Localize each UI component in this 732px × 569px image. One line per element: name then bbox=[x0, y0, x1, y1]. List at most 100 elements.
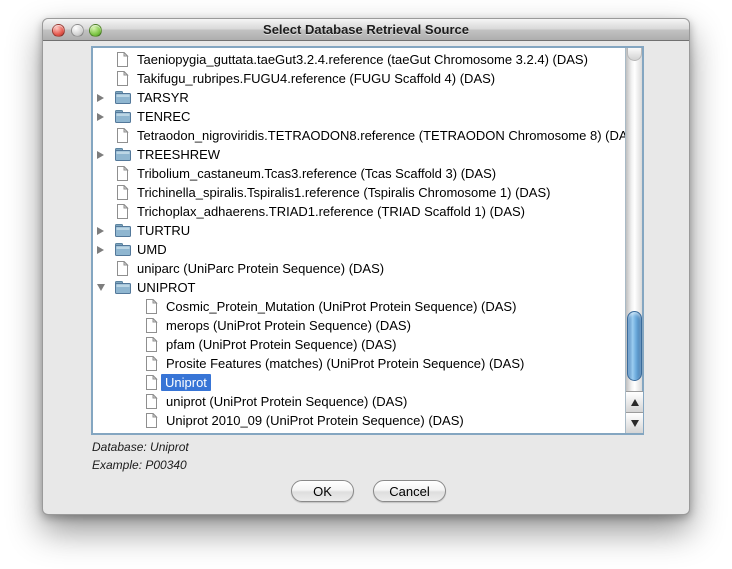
arrow-up-icon bbox=[631, 399, 639, 406]
tree-item[interactable]: Tribolium_castaneum.Tcas3.reference (Tca… bbox=[93, 164, 625, 183]
item-icon-box bbox=[143, 299, 160, 314]
item-icon-box bbox=[114, 261, 131, 276]
tree-item-label: TENREC bbox=[136, 109, 191, 124]
tree-item[interactable]: Tetraodon_nigroviridis.TETRAODON8.refere… bbox=[93, 126, 625, 145]
disclosure-triangle-icon[interactable] bbox=[97, 113, 104, 121]
tree-item-label: Takifugu_rubripes.FUGU4.reference (FUGU … bbox=[136, 71, 496, 86]
tree-item[interactable]: Takifugu_rubripes.FUGU4.reference (FUGU … bbox=[93, 69, 625, 88]
file-icon bbox=[145, 337, 158, 352]
item-icon-box bbox=[143, 375, 160, 390]
folder-icon bbox=[115, 91, 131, 104]
tree-item[interactable]: TENREC bbox=[93, 107, 625, 126]
item-icon-box bbox=[143, 413, 160, 428]
tree-item[interactable]: uniparc (UniParc Protein Sequence) (DAS) bbox=[93, 259, 625, 278]
file-icon bbox=[116, 52, 129, 67]
item-icon-box bbox=[114, 71, 131, 86]
tree-item[interactable]: Taeniopygia_guttata.taeGut3.2.4.referenc… bbox=[93, 50, 625, 69]
ok-button[interactable]: OK bbox=[291, 480, 354, 502]
tree-item[interactable]: Trichoplax_adhaerens.TRIAD1.reference (T… bbox=[93, 202, 625, 221]
folder-icon bbox=[115, 243, 131, 256]
tree-item-label: TURTRU bbox=[136, 223, 191, 238]
item-icon-box bbox=[143, 394, 160, 409]
folder-icon bbox=[115, 148, 131, 161]
tree-item-label: Trichoplax_adhaerens.TRIAD1.reference (T… bbox=[136, 204, 526, 219]
tree-item-label: Taeniopygia_guttata.taeGut3.2.4.referenc… bbox=[136, 52, 589, 67]
disclosure-triangle-icon[interactable] bbox=[97, 94, 104, 102]
item-icon-box bbox=[114, 224, 131, 237]
tree-item[interactable]: UMD bbox=[93, 240, 625, 259]
tree-item[interactable]: UNIPROT bbox=[93, 278, 625, 297]
disclosure-gutter bbox=[97, 284, 114, 291]
disclosure-gutter bbox=[97, 151, 114, 159]
file-icon bbox=[145, 375, 158, 390]
folder-icon bbox=[115, 224, 131, 237]
tree-item-label: pfam (UniProt Protein Sequence) (DAS) bbox=[165, 337, 397, 352]
cancel-button[interactable]: Cancel bbox=[373, 480, 446, 502]
file-icon bbox=[116, 204, 129, 219]
file-icon bbox=[145, 356, 158, 371]
tree-item[interactable]: TARSYR bbox=[93, 88, 625, 107]
tree-item-label: UMD bbox=[136, 242, 168, 257]
folder-icon bbox=[115, 281, 131, 294]
disclosure-triangle-icon[interactable] bbox=[97, 151, 104, 159]
item-icon-box bbox=[114, 91, 131, 104]
tree-item-label: TREESHREW bbox=[136, 147, 221, 162]
disclosure-gutter bbox=[97, 94, 114, 102]
database-detail-label: Database: Uniprot bbox=[92, 440, 189, 454]
file-icon bbox=[116, 166, 129, 181]
item-icon-box bbox=[114, 110, 131, 123]
item-icon-box bbox=[143, 318, 160, 333]
item-icon-box bbox=[114, 166, 131, 181]
tree-item-label: TARSYR bbox=[136, 90, 190, 105]
item-icon-box bbox=[114, 281, 131, 294]
tree-item-label: Trichinella_spiralis.Tspiralis1.referenc… bbox=[136, 185, 551, 200]
file-icon bbox=[145, 299, 158, 314]
scrollbar-track-cap bbox=[627, 48, 642, 61]
scrollbar-thumb[interactable] bbox=[627, 311, 642, 381]
arrow-down-icon bbox=[631, 420, 639, 427]
tree-item[interactable]: TURTRU bbox=[93, 221, 625, 240]
disclosure-gutter bbox=[97, 113, 114, 121]
scroll-down-button[interactable] bbox=[626, 412, 643, 433]
item-icon-box bbox=[114, 148, 131, 161]
tree-item-label: Cosmic_Protein_Mutation (UniProt Protein… bbox=[165, 299, 517, 314]
tree-item-label: uniprot (UniProt Protein Sequence) (DAS) bbox=[165, 394, 408, 409]
disclosure-triangle-icon[interactable] bbox=[97, 227, 104, 235]
vertical-scrollbar[interactable] bbox=[625, 48, 642, 433]
tree-item-label: uniparc (UniParc Protein Sequence) (DAS) bbox=[136, 261, 385, 276]
item-icon-box bbox=[114, 243, 131, 256]
tree-item-label: Tetraodon_nigroviridis.TETRAODON8.refere… bbox=[136, 128, 625, 143]
tree-item[interactable]: merops (UniProt Protein Sequence) (DAS) bbox=[93, 316, 625, 335]
file-icon bbox=[145, 394, 158, 409]
disclosure-gutter bbox=[97, 246, 114, 254]
example-detail-label: Example: P00340 bbox=[92, 458, 187, 472]
file-icon bbox=[116, 185, 129, 200]
scroll-up-button[interactable] bbox=[626, 391, 643, 412]
tree-item[interactable]: Prosite Features (matches) (UniProt Prot… bbox=[93, 354, 625, 373]
tree-item[interactable]: TREESHREW bbox=[93, 145, 625, 164]
screen: Select Database Retrieval Source Taeniop… bbox=[0, 0, 732, 569]
tree-item-label: Tribolium_castaneum.Tcas3.reference (Tca… bbox=[136, 166, 497, 181]
tree-item[interactable]: Cosmic_Protein_Mutation (UniProt Protein… bbox=[93, 297, 625, 316]
tree-item[interactable]: uniprot (UniProt Protein Sequence) (DAS) bbox=[93, 392, 625, 411]
tree-item-label: merops (UniProt Protein Sequence) (DAS) bbox=[165, 318, 412, 333]
item-icon-box bbox=[143, 337, 160, 352]
item-icon-box bbox=[114, 128, 131, 143]
disclosure-triangle-icon[interactable] bbox=[97, 284, 105, 291]
item-icon-box bbox=[114, 204, 131, 219]
file-icon bbox=[116, 71, 129, 86]
tree-list: Taeniopygia_guttata.taeGut3.2.4.referenc… bbox=[93, 48, 625, 433]
tree-item[interactable]: Uniprot bbox=[93, 373, 625, 392]
tree-item[interactable]: Trichinella_spiralis.Tspiralis1.referenc… bbox=[93, 183, 625, 202]
item-icon-box bbox=[114, 185, 131, 200]
disclosure-gutter bbox=[97, 227, 114, 235]
file-icon bbox=[145, 318, 158, 333]
folder-icon bbox=[115, 110, 131, 123]
disclosure-triangle-icon[interactable] bbox=[97, 246, 104, 254]
tree-item[interactable]: pfam (UniProt Protein Sequence) (DAS) bbox=[93, 335, 625, 354]
file-icon bbox=[116, 261, 129, 276]
tree-item-label: UNIPROT bbox=[136, 280, 197, 295]
item-icon-box bbox=[114, 52, 131, 67]
tree-item[interactable]: Uniprot 2010_09 (UniProt Protein Sequenc… bbox=[93, 411, 625, 430]
title-bar[interactable]: Select Database Retrieval Source bbox=[43, 19, 689, 41]
